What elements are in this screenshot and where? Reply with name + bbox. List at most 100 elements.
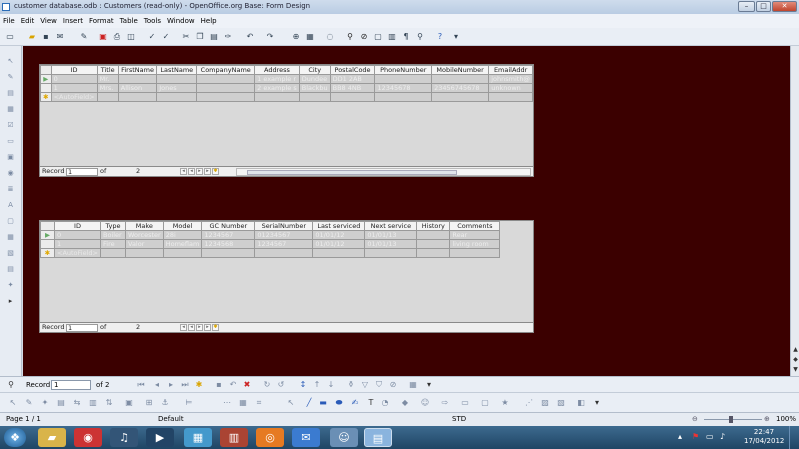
media-player-taskbar-icon[interactable]: ▶ bbox=[146, 428, 174, 447]
hyperlink-icon[interactable]: ⊕ bbox=[290, 31, 302, 43]
edit-file-icon[interactable]: ✎ bbox=[78, 31, 90, 43]
column-header[interactable]: FirstName bbox=[117, 65, 158, 75]
cell[interactable] bbox=[117, 74, 158, 84]
send-mail-icon[interactable]: ✉ bbox=[54, 31, 66, 43]
new-record-nav-icon[interactable]: ✱ bbox=[212, 324, 219, 331]
skype-taskbar-icon[interactable]: ☺ bbox=[330, 428, 358, 447]
new-record-row[interactable]: ✱ <AutoField> bbox=[40, 248, 501, 258]
design-mode-icon[interactable]: ✎ bbox=[5, 72, 16, 83]
column-header[interactable]: GC Number bbox=[201, 221, 256, 231]
cell[interactable]: Blackbu bbox=[298, 83, 331, 93]
cell[interactable]: 23456745678 bbox=[431, 83, 490, 93]
control-properties-icon[interactable]: ▤ bbox=[5, 88, 16, 99]
form-navigator-icon[interactable]: ▤ bbox=[56, 398, 66, 408]
extrusion-icon[interactable]: ◧ bbox=[576, 398, 586, 408]
autofilter-icon[interactable]: ⚱ bbox=[346, 380, 356, 390]
anchor-icon[interactable]: ⚓ bbox=[160, 398, 170, 408]
table-row[interactable]: 1 Fire Valor Homeflam 1234568 1234567 01… bbox=[40, 239, 501, 249]
table-row[interactable]: ▶ 0 Boiler Worcester 28i 1234567 0123456… bbox=[40, 230, 501, 240]
menu-tools[interactable]: Tools bbox=[141, 14, 164, 28]
appliances-grid[interactable]: ID Type Make Model GC Number SerialNumbe… bbox=[39, 220, 534, 333]
column-header[interactable]: ID bbox=[54, 221, 101, 231]
redo-icon[interactable]: ↷ bbox=[264, 31, 276, 43]
sort-descending-icon[interactable]: ↓ bbox=[326, 380, 336, 390]
nonprinting-chars-icon[interactable]: ¶ bbox=[400, 31, 412, 43]
standard-filter-icon[interactable]: ⛉ bbox=[374, 380, 384, 390]
cell[interactable]: Mrs. bbox=[96, 83, 119, 93]
open-in-design-icon[interactable]: ▣ bbox=[124, 398, 134, 408]
flowchart-icon[interactable]: ▭ bbox=[460, 398, 470, 408]
column-header[interactable]: EmailAddr bbox=[488, 65, 533, 75]
zoom-in-icon[interactable]: ⊕ bbox=[764, 413, 770, 426]
spellcheck-icon[interactable]: ✓ bbox=[146, 31, 158, 43]
zoom-out-icon[interactable]: ⊖ bbox=[692, 413, 698, 426]
show-draw-icon[interactable]: ◌ bbox=[324, 31, 336, 43]
prev-record-icon[interactable]: ◂ bbox=[188, 168, 195, 175]
cell[interactable]: Jones bbox=[156, 83, 198, 93]
clone-formatting-icon[interactable]: ✑ bbox=[222, 31, 234, 43]
navigator-icon[interactable]: ⊘ bbox=[358, 31, 370, 43]
stars-icon[interactable]: ★ bbox=[500, 398, 510, 408]
itunes-taskbar-icon[interactable]: ♫ bbox=[110, 428, 138, 447]
toolbar-options-icon[interactable]: ▾ bbox=[424, 380, 434, 390]
from-file-icon[interactable]: ▧ bbox=[556, 398, 566, 408]
scroll-down-icon[interactable]: ▼ bbox=[792, 366, 799, 374]
fontwork-icon[interactable]: ▨ bbox=[540, 398, 550, 408]
thunderbird-taskbar-icon[interactable]: ✉ bbox=[292, 428, 320, 447]
cell[interactable]: living room bbox=[449, 239, 501, 249]
form-properties-icon[interactable]: ▦ bbox=[5, 104, 16, 115]
show-desktop-button[interactable] bbox=[789, 426, 799, 449]
last-record-icon[interactable]: ⏭ bbox=[180, 380, 190, 390]
cell[interactable]: Allison bbox=[117, 83, 158, 93]
cell[interactable]: Mr. bbox=[96, 74, 119, 84]
cell[interactable] bbox=[416, 239, 451, 249]
cell[interactable] bbox=[196, 74, 256, 84]
symbol-shapes-icon[interactable]: ☺ bbox=[420, 398, 430, 408]
page-preview-icon[interactable]: ◫ bbox=[125, 31, 137, 43]
toolbar-options-icon[interactable]: ▾ bbox=[450, 31, 462, 43]
design-mode-icon[interactable]: ✎ bbox=[24, 398, 34, 408]
toolbar-options-icon[interactable]: ▾ bbox=[592, 398, 602, 408]
cell[interactable]: DD1 2AB bbox=[329, 74, 376, 84]
sort-icon[interactable]: ↕ bbox=[298, 380, 308, 390]
autofield-cell[interactable]: <AutoField> bbox=[54, 248, 101, 258]
column-header[interactable]: PhoneNumber bbox=[374, 65, 433, 75]
callout-icon[interactable]: ◔ bbox=[380, 398, 390, 408]
print-icon[interactable]: ⎙ bbox=[111, 31, 123, 43]
textbox-control-icon[interactable]: ▭ bbox=[5, 136, 16, 147]
column-header[interactable]: PostalCode bbox=[329, 65, 376, 75]
clock[interactable]: 22:47 17/04/2012 bbox=[744, 428, 784, 446]
save-record-icon[interactable]: ▪ bbox=[214, 380, 224, 390]
open-folder-icon[interactable]: ▰ bbox=[26, 31, 38, 43]
undo-record-icon[interactable]: ↶ bbox=[228, 380, 238, 390]
table-icon[interactable]: ▦ bbox=[304, 31, 316, 43]
cell[interactable]: Valor bbox=[125, 239, 164, 249]
cell[interactable]: 1234568 bbox=[201, 239, 256, 249]
next-record-icon[interactable]: ▸ bbox=[196, 324, 203, 331]
autofield-cell[interactable]: <AutoField> bbox=[50, 92, 98, 102]
action-center-icon[interactable]: ⚑ bbox=[692, 432, 699, 441]
column-header[interactable]: SerialNumber bbox=[254, 221, 314, 231]
undo-icon[interactable]: ↶ bbox=[244, 31, 256, 43]
column-header[interactable]: City bbox=[298, 65, 331, 75]
select-icon[interactable]: ↖ bbox=[8, 398, 18, 408]
button-control-icon[interactable]: ▣ bbox=[5, 152, 16, 163]
column-header[interactable]: Next service bbox=[364, 221, 418, 231]
control-wizards-icon[interactable]: ✦ bbox=[40, 398, 50, 408]
position-size-icon[interactable]: ⊞ bbox=[144, 398, 154, 408]
data-sources-icon[interactable]: ▥ bbox=[386, 31, 398, 43]
cell[interactable]: 2 example s bbox=[254, 83, 300, 93]
ellipse-icon[interactable]: ⬬ bbox=[334, 398, 344, 408]
record-number-field[interactable]: 1 bbox=[66, 168, 98, 176]
cell[interactable]: 01234567 bbox=[254, 230, 314, 240]
basic-shapes-icon[interactable]: ◆ bbox=[400, 398, 410, 408]
cell[interactable]: Worcester bbox=[125, 230, 164, 240]
select-icon[interactable]: ↖ bbox=[5, 56, 16, 67]
first-record-icon[interactable]: ◂ bbox=[180, 324, 187, 331]
menu-view[interactable]: View bbox=[37, 14, 60, 28]
explorer-taskbar-icon[interactable]: ▰ bbox=[38, 428, 66, 447]
points-icon[interactable]: ⋰ bbox=[524, 398, 534, 408]
refresh-control-icon[interactable]: ↺ bbox=[276, 380, 286, 390]
cell[interactable] bbox=[431, 74, 490, 84]
maximize-button[interactable]: □ bbox=[756, 1, 771, 12]
